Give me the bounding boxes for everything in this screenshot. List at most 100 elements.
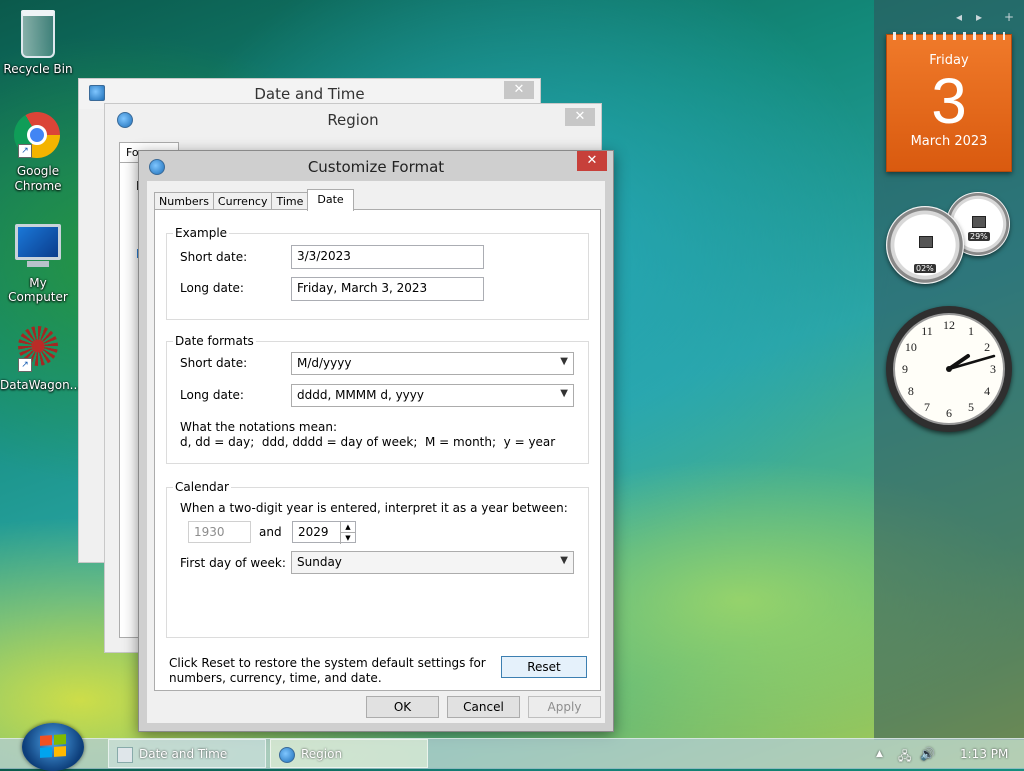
chevron-down-icon[interactable]: ▼: [560, 555, 568, 566]
network-icon[interactable]: 🖧: [898, 747, 911, 768]
chevron-down-icon[interactable]: ▼: [560, 388, 568, 399]
year-range-end-stepper[interactable]: 2029 ▲ ▼: [292, 521, 356, 544]
clock-numeral: 5: [968, 400, 974, 414]
clock-numeral: 3: [990, 362, 996, 376]
clock-time[interactable]: 1:13 PM: [960, 747, 1008, 761]
shortcut-arrow-icon: ↗: [18, 358, 32, 372]
tab-strip: Numbers Currency Time Date: [154, 189, 354, 211]
reset-help-text-line2: numbers, currency, time, and date.: [169, 671, 382, 685]
clock-numeral: 1: [968, 324, 974, 338]
memory-percent: 29%: [968, 232, 990, 241]
desktop-icon-my-computer[interactable]: My Computer: [0, 218, 76, 304]
desktop-icon-label: My Computer: [8, 276, 68, 304]
short-date-format-label: Short date:: [180, 356, 248, 370]
clock-numeral: 11: [921, 324, 933, 338]
customize-format-dialog[interactable]: Customize Format ✕ Numbers Currency Time…: [138, 150, 614, 732]
clock-numeral: 2: [984, 340, 990, 354]
clock-numeral: 10: [905, 340, 917, 354]
taskbar-item-region[interactable]: Region: [270, 739, 428, 768]
example-long-date-label: Long date:: [180, 281, 244, 295]
cancel-button[interactable]: Cancel: [447, 696, 520, 718]
datawagon-icon: ↗: [14, 326, 62, 374]
shortcut-arrow-icon: ↗: [18, 144, 32, 158]
apply-button[interactable]: Apply: [528, 696, 601, 718]
chrome-icon: ↗: [14, 112, 62, 160]
date-time-app-icon: [89, 85, 105, 101]
window-title: Region: [327, 111, 379, 129]
long-date-format-label: Long date:: [180, 388, 244, 402]
group-title: Calendar: [175, 480, 229, 494]
date-time-app-icon: [117, 747, 133, 763]
calendar-rings: [893, 32, 1005, 40]
first-day-of-week-combo[interactable]: Sunday ▼: [291, 551, 574, 574]
cpu-gauge: 02%: [886, 206, 964, 284]
calendar-gadget[interactable]: Friday 3 March 2023: [886, 32, 1012, 172]
clock-numeral: 4: [984, 384, 990, 398]
year-range-start-field: 1930: [188, 521, 251, 543]
cpu-percent: 02%: [914, 264, 936, 273]
volume-icon[interactable]: 🔊: [920, 747, 935, 761]
example-short-date-label: Short date:: [180, 250, 248, 264]
long-date-format-combo[interactable]: dddd, MMMM d, yyyy ▼: [291, 384, 574, 407]
notation-title: What the notations mean:: [180, 420, 337, 434]
clock-numeral: 9: [902, 362, 908, 376]
desktop-icon-google-chrome[interactable]: ↗ Google Chrome: [0, 112, 76, 194]
start-button[interactable]: [22, 723, 84, 771]
region-globe-icon: [149, 159, 165, 175]
calendar-month-year: March 2023: [910, 134, 988, 149]
example-short-date-field: 3/3/2023: [291, 245, 484, 269]
clock-numeral: 6: [946, 406, 952, 420]
stepper-up-icon[interactable]: ▲: [341, 522, 355, 533]
clock-gadget[interactable]: 12 1 2 3 4 5 6 7 8 9 10 11: [886, 306, 1012, 432]
show-hidden-icons-icon[interactable]: ▲: [876, 749, 883, 759]
cpu-chip-icon: [919, 236, 933, 248]
dialog-title: Customize Format: [307, 158, 445, 176]
two-digit-year-text: When a two-digit year is entered, interp…: [180, 501, 568, 515]
close-icon[interactable]: ✕: [577, 151, 607, 171]
desktop-icon-datawagon[interactable]: ↗ DataWagon...: [0, 322, 82, 392]
clock-numeral: 8: [908, 384, 914, 398]
short-date-format-combo[interactable]: M/d/yyyy ▼: [291, 352, 574, 375]
stepper-down-icon[interactable]: ▼: [341, 533, 355, 543]
clock-face: 12 1234567891011: [893, 313, 1005, 425]
example-long-date-field: Friday, March 3, 2023: [291, 277, 484, 301]
sidebar-add-icon[interactable]: +: [1004, 10, 1014, 24]
example-group: Example: [166, 226, 589, 320]
taskbar-item-label: Date and Time: [139, 747, 228, 761]
taskbar-item-label: Region: [301, 747, 343, 761]
clock-numeral: 12: [943, 318, 955, 332]
reset-button[interactable]: Reset: [501, 656, 587, 678]
reset-help-text-line1: Click Reset to restore the system defaul…: [169, 656, 486, 670]
tab-date[interactable]: Date: [307, 189, 354, 211]
computer-icon: [14, 224, 62, 272]
desktop-icon-label: Recycle Bin: [3, 62, 73, 76]
calendar-day-number: 3: [931, 65, 967, 137]
combo-value: M/d/yyyy: [297, 356, 352, 370]
close-icon[interactable]: ✕: [565, 108, 595, 126]
chevron-down-icon[interactable]: ▼: [560, 356, 568, 367]
desktop-icon-recycle-bin[interactable]: Recycle Bin: [0, 6, 76, 76]
notation-text: d, dd = day; ddd, dddd = day of week; M …: [180, 435, 556, 449]
dialog-body: Numbers Currency Time Date Example Short…: [147, 181, 605, 723]
date-tab-panel: Example Short date: 3/3/2023 Long date: …: [154, 209, 601, 691]
and-label: and: [259, 525, 282, 539]
desktop-icon-label: DataWagon...: [0, 378, 82, 392]
group-title: Date formats: [175, 334, 254, 348]
close-icon[interactable]: ✕: [504, 81, 534, 99]
sidebar-next-icon[interactable]: ▸: [976, 10, 982, 24]
region-globe-icon: [117, 112, 133, 128]
recycle-bin-icon: [14, 10, 62, 58]
taskbar-item-date-and-time[interactable]: Date and Time: [108, 739, 266, 768]
stepper-spin: ▲ ▼: [340, 522, 355, 544]
region-globe-icon: [279, 747, 295, 763]
combo-value: dddd, MMMM d, yyyy: [297, 388, 424, 402]
taskbar: Date and Time Region ▲ 🖧 🔊 1:13 PM: [0, 723, 1024, 771]
combo-value: Sunday: [297, 555, 342, 569]
memory-chip-icon: [972, 216, 986, 228]
first-day-of-week-label: First day of week:: [180, 556, 286, 570]
windows-logo-icon: [40, 734, 66, 758]
ok-button[interactable]: OK: [366, 696, 439, 718]
sidebar-prev-icon[interactable]: ◂: [956, 10, 962, 24]
group-title: Example: [175, 226, 228, 240]
desktop-icon-label: Google Chrome: [14, 164, 62, 193]
